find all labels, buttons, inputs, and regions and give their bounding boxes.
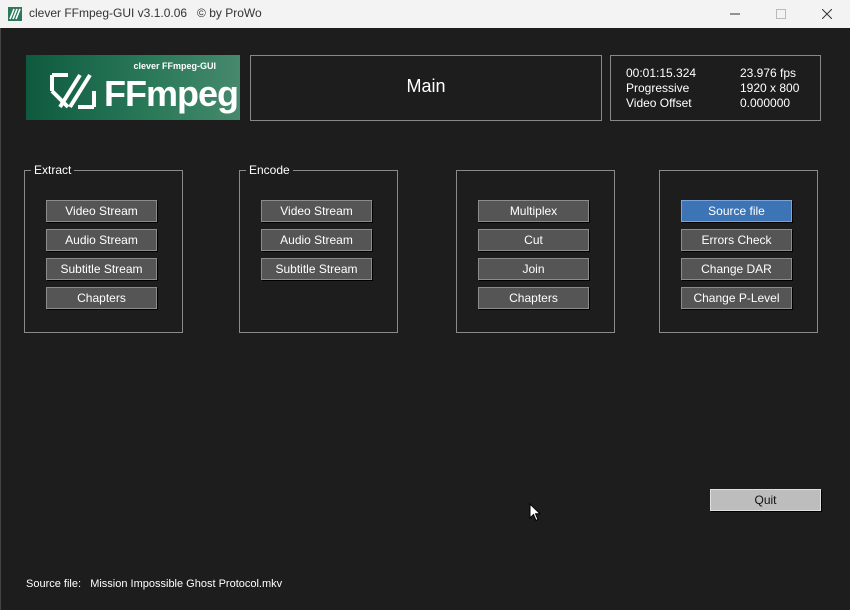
encode-subtitle-stream-button[interactable]: Subtitle Stream — [261, 258, 372, 280]
change-p-level-button[interactable]: Change P-Level — [681, 287, 792, 309]
duration-value: 00:01:15.324 — [626, 66, 697, 80]
encode-group: Encode Video Stream Audio Stream Subtitl… — [239, 163, 398, 333]
source-file-status-value: Mission Impossible Ghost Protocol.mkv — [90, 578, 283, 590]
window-title: clever FFmpeg-GUI v3.1.0.06 © by ProWo — [29, 6, 262, 20]
encode-audio-stream-button[interactable]: Audio Stream — [261, 229, 372, 251]
maximize-button[interactable] — [758, 0, 804, 28]
close-icon — [822, 9, 832, 19]
extract-group-label: Extract — [31, 163, 75, 177]
minimize-icon — [730, 13, 740, 15]
resolution-value: 1920 x 800 — [740, 81, 800, 95]
video-offset-value: 0.000000 — [740, 96, 791, 110]
multiplex-button[interactable]: Multiplex — [478, 200, 589, 222]
title-bar[interactable]: clever FFmpeg-GUI v3.1.0.06 © by ProWo — [0, 0, 850, 28]
extract-subtitle-stream-button[interactable]: Subtitle Stream — [46, 258, 157, 280]
scan-type-value: Progressive — [626, 81, 690, 95]
source-file-button[interactable]: Source file — [681, 200, 792, 222]
extract-audio-stream-button[interactable]: Audio Stream — [46, 229, 157, 251]
change-dar-button[interactable]: Change DAR — [681, 258, 792, 280]
tools-chapters-button[interactable]: Chapters — [478, 287, 589, 309]
video-offset-label: Video Offset — [626, 96, 692, 110]
encode-group-label: Encode — [246, 163, 293, 177]
mouse-cursor-icon — [529, 503, 541, 522]
source-file-status: Source file: Mission Impossible Ghost Pr… — [26, 578, 282, 590]
ffmpeg-logo: clever FFmpeg-GUI FFmpeg — [26, 55, 240, 120]
extract-group: Extract Video Stream Audio Stream Subtit… — [24, 163, 183, 333]
ffmpeg-logo-icon — [50, 73, 96, 109]
source-file-status-label: Source file: — [26, 578, 82, 590]
minimize-button[interactable] — [712, 0, 758, 28]
maximize-icon — [776, 9, 786, 19]
tools-group: Multiplex Cut Join Chapters — [456, 170, 615, 333]
main-title-panel: Main — [250, 55, 602, 121]
video-info-panel: 00:01:15.324 23.976 fps Progressive 1920… — [610, 55, 821, 121]
page-title: Main — [406, 76, 446, 96]
source-group: Source file Errors Check Change DAR Chan… — [659, 170, 818, 333]
errors-check-button[interactable]: Errors Check — [681, 229, 792, 251]
encode-video-stream-button[interactable]: Video Stream — [261, 200, 372, 222]
quit-button[interactable]: Quit — [710, 489, 821, 511]
extract-video-stream-button[interactable]: Video Stream — [46, 200, 157, 222]
extract-chapters-button[interactable]: Chapters — [46, 287, 157, 309]
logo-name: FFmpeg — [104, 73, 239, 114]
ffmpeg-app-icon — [8, 7, 22, 21]
join-button[interactable]: Join — [478, 258, 589, 280]
close-button[interactable] — [804, 0, 850, 28]
logo-subtitle: clever FFmpeg-GUI — [133, 61, 216, 71]
fps-value: 23.976 fps — [740, 66, 797, 80]
cut-button[interactable]: Cut — [478, 229, 589, 251]
